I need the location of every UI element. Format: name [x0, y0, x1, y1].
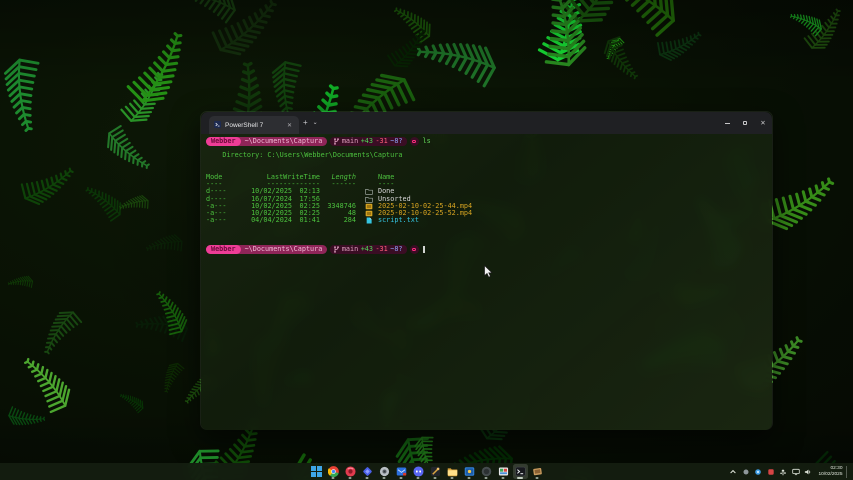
cell-length: 284	[343, 216, 356, 225]
taskbar-icon-discord[interactable]	[411, 464, 426, 479]
text-cursor	[422, 245, 426, 253]
running-indicator	[416, 477, 420, 479]
tray-volume-icon[interactable]	[804, 465, 813, 478]
cell-filename: script.txt	[378, 216, 419, 225]
git-branch-icon	[334, 138, 340, 145]
window-titlebar[interactable]: PowerShell 7 ✕ + ⌄ ✕	[201, 112, 772, 134]
taskbar-icon-package-app[interactable]	[496, 464, 511, 479]
prompt-username: Webber	[206, 137, 241, 147]
prompt-status-icon	[409, 137, 419, 147]
running-indicator	[331, 477, 335, 479]
running-indicator	[467, 477, 471, 479]
directory-line: Directory: C:\Users\Webber\Documents\Cap…	[206, 151, 403, 160]
powershell-icon	[214, 120, 221, 130]
prompt-git-segment: main +43 -31 ~8?	[330, 244, 407, 254]
git-branch-name: main	[341, 136, 359, 145]
tray-usb-icon[interactable]	[779, 465, 788, 478]
running-indicator	[433, 477, 437, 479]
git-branch-name: main	[341, 244, 359, 253]
prompt-git-segment: main +43 -31 ~8?	[330, 136, 407, 147]
taskbar-icon-file-explorer[interactable]	[445, 464, 460, 479]
tray-tray-blue-icon[interactable]	[754, 465, 763, 478]
cell-mode: -a---	[206, 216, 227, 225]
minimize-icon	[724, 122, 730, 124]
running-indicator	[382, 477, 386, 479]
taskbar-icon-mail-app[interactable]	[394, 464, 409, 479]
prompt-username: Webber	[206, 244, 241, 254]
tab-close-icon[interactable]: ✕	[285, 122, 294, 129]
tab-title: PowerShell 7	[225, 121, 264, 129]
minimize-button[interactable]	[718, 112, 736, 134]
video-file-icon	[365, 210, 372, 217]
column-underline: ------	[331, 180, 356, 189]
running-indicator	[517, 477, 523, 479]
prompt-line-2: Webber ~\Documents\Captura main +43 -31 …	[206, 244, 772, 254]
taskbar-icon-red-app[interactable]	[343, 464, 358, 479]
cell-time: 01:41	[299, 216, 320, 225]
prompt-status-icon	[409, 244, 419, 254]
clock-date: 10/02/2025	[818, 471, 843, 477]
table-row: -a--- 04/04/2024 01:41 284 script.txt	[206, 216, 772, 225]
running-indicator	[535, 477, 539, 479]
prompt-path: ~\Documents\Captura	[244, 136, 323, 145]
tray-tray-gray-icon[interactable]	[741, 465, 750, 478]
taskbar-icon-diamond-app[interactable]	[360, 464, 375, 479]
folder-icon	[364, 189, 373, 196]
taskbar-icon-windows-terminal[interactable]	[512, 464, 528, 479]
prompt-path: ~\Documents\Captura	[244, 244, 323, 253]
video-file-icon	[365, 203, 372, 210]
tray-tray-red-icon[interactable]	[766, 465, 775, 478]
taskbar-icon-tool-app[interactable]	[428, 464, 443, 479]
taskbar-icon-media-app[interactable]	[530, 464, 545, 479]
tab-powershell[interactable]: PowerShell 7 ✕	[209, 116, 299, 134]
cell-date: 04/04/2024	[251, 216, 292, 225]
git-modified-count: ~8?	[390, 136, 403, 145]
running-indicator	[450, 477, 454, 479]
taskbar: 02:30 10/02/2025	[0, 463, 853, 480]
taskbar-icon-capture-app[interactable]	[462, 464, 477, 479]
git-deleted-count: -31	[375, 136, 388, 145]
close-button[interactable]: ✕	[754, 112, 772, 134]
maximize-icon	[742, 120, 748, 126]
running-indicator	[484, 477, 488, 479]
git-deleted-count: -31	[375, 244, 388, 253]
tab-dropdown-button[interactable]: ⌄	[313, 120, 318, 126]
git-modified-count: ~8?	[390, 244, 403, 253]
git-added-count: +43	[360, 136, 373, 145]
running-indicator	[365, 477, 369, 479]
show-desktop-button[interactable]	[846, 465, 849, 478]
running-indicator	[399, 477, 403, 479]
tray-display-icon[interactable]	[791, 465, 800, 478]
tray-chevron-up-icon[interactable]	[729, 465, 738, 478]
command-text: ls	[422, 137, 431, 145]
new-tab-button[interactable]: +	[303, 119, 308, 127]
running-indicator	[501, 477, 505, 479]
folder-icon	[364, 196, 373, 203]
taskbar-icon-gray-app[interactable]	[479, 464, 494, 479]
prompt-path-segment: Webber ~\Documents\Captura	[206, 244, 328, 254]
text-file-icon	[366, 217, 372, 224]
prompt-line-1: Webber ~\Documents\Captura main +43 -31 …	[206, 136, 772, 147]
desktop: PowerShell 7 ✕ + ⌄ ✕ Webber ~\Documents\…	[0, 0, 853, 480]
maximize-button[interactable]	[736, 112, 754, 134]
running-indicator	[348, 477, 352, 479]
prompt-path-segment: Webber ~\Documents\Captura	[206, 136, 328, 147]
taskbar-icon-chrome[interactable]	[326, 464, 341, 479]
taskbar-icon-settings-app[interactable]	[377, 464, 392, 479]
taskbar-clock[interactable]: 02:30 10/02/2025	[818, 466, 842, 477]
taskbar-icon-start[interactable]	[309, 464, 324, 479]
mouse-cursor	[484, 264, 493, 283]
git-branch-icon	[334, 246, 340, 253]
git-added-count: +43	[360, 244, 373, 253]
